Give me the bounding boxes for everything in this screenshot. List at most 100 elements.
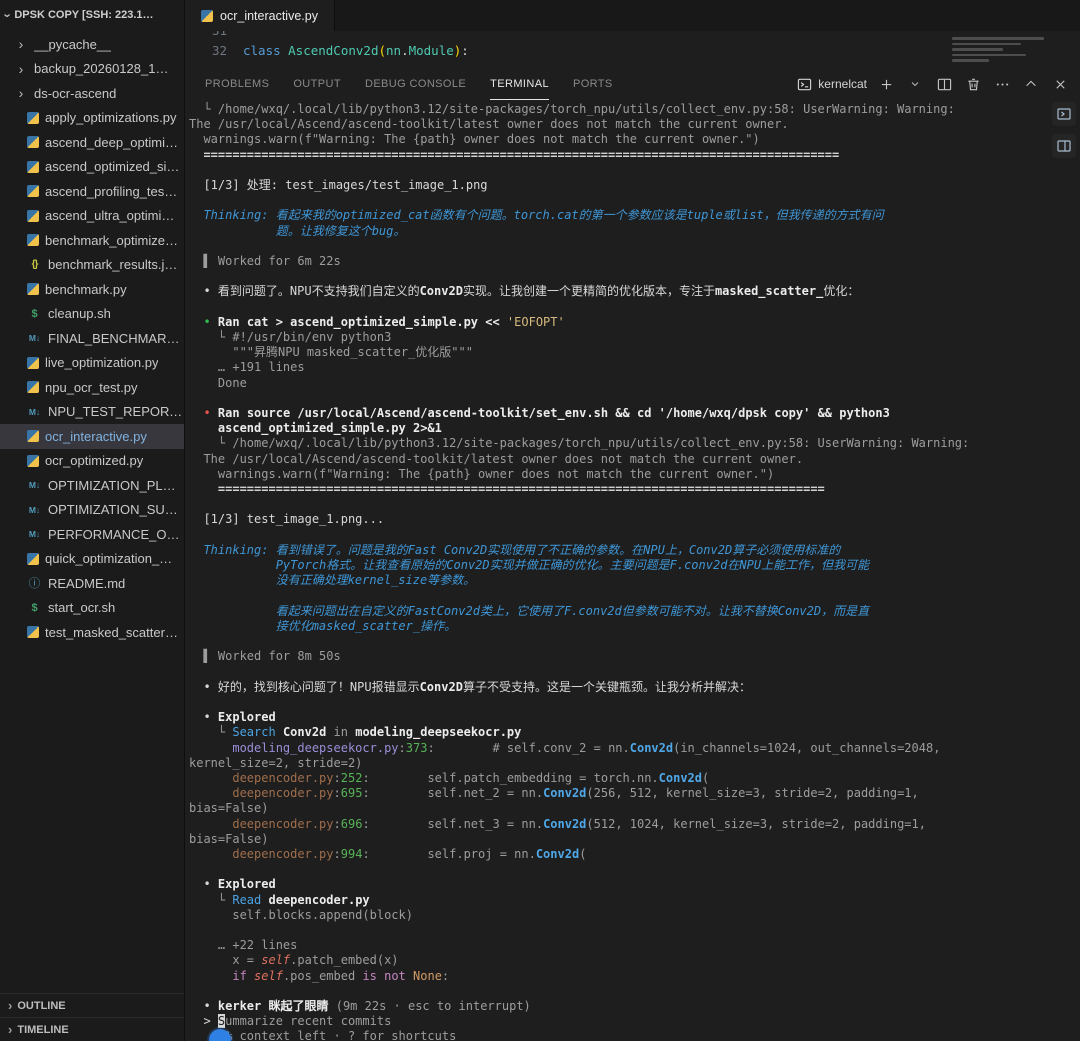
terminal-line xyxy=(189,665,1074,680)
python-icon xyxy=(27,626,39,638)
kill-terminal-button[interactable] xyxy=(963,74,983,94)
editor-tab-label: ocr_interactive.py xyxy=(220,9,318,23)
python-file-icon xyxy=(201,10,213,22)
file-item-benchmark_optimize[interactable]: benchmark_optimize… xyxy=(0,228,184,253)
file-item-OPTIMIZATION_SUM[interactable]: M↓OPTIMIZATION_SUM… xyxy=(0,498,184,523)
chevron-down-icon xyxy=(909,78,921,90)
file-item-FINAL_BENCHMARK[interactable]: M↓FINAL_BENCHMARK… xyxy=(0,326,184,351)
explorer-root[interactable]: › DPSK COPY [SSH: 223.1… xyxy=(0,0,184,30)
file-item-npu_ocr_test.py[interactable]: npu_ocr_test.py xyxy=(0,375,184,400)
terminal-line: ?% context left · ? for shortcuts xyxy=(189,1029,1074,1041)
open-terminal-tab-button[interactable] xyxy=(1052,102,1076,126)
file-item-label: test_masked_scatter… xyxy=(45,625,178,640)
panel-tab-terminal[interactable]: TERMINAL xyxy=(490,68,549,100)
terminal-line: ========================================… xyxy=(189,148,1074,163)
terminal-line: The /usr/local/Ascend/ascend-toolkit/lat… xyxy=(189,117,1074,132)
terminal[interactable]: └ /home/wxq/.local/lib/python3.12/site-p… xyxy=(185,100,1080,1041)
editor-tab-bar: ocr_interactive.py xyxy=(185,0,1080,31)
file-item-label: ascend_profiling_tes… xyxy=(45,184,177,199)
terminal-line: """昇腾NPU masked_scatter_优化版""" xyxy=(189,345,1074,360)
terminal-line xyxy=(189,923,1074,938)
maximize-panel-button[interactable] xyxy=(1021,74,1041,94)
code-text: class AscendConv2d(nn.Module): xyxy=(243,41,469,61)
terminal-line: Done xyxy=(189,376,1074,391)
file-item-ascend_optimized_si[interactable]: ascend_optimized_si… xyxy=(0,155,184,180)
file-item-label: ascend_deep_optimi… xyxy=(45,135,178,150)
vscode-window: › DPSK COPY [SSH: 223.1… ›__pycache__›ba… xyxy=(0,0,1080,1041)
file-item-ascend_ultra_optimi[interactable]: ascend_ultra_optimi… xyxy=(0,204,184,229)
file-item-ocr_optimized.py[interactable]: ocr_optimized.py xyxy=(0,449,184,474)
editor-line: 32class AscendConv2d(nn.Module): xyxy=(185,41,1080,61)
terminal-output: └ /home/wxq/.local/lib/python3.12/site-p… xyxy=(189,102,1074,1041)
open-terminal-editor-button[interactable] xyxy=(1052,134,1076,158)
terminal-line: • Explored xyxy=(189,877,1074,892)
more-actions-button[interactable] xyxy=(992,74,1012,94)
terminal-line: if self.pos_embed is not None: xyxy=(189,969,1074,984)
folder-icon: › xyxy=(16,86,26,101)
file-item-label: __pycache__ xyxy=(34,37,111,52)
file-item-test_masked_scatter[interactable]: test_masked_scatter… xyxy=(0,620,184,645)
minimap[interactable] xyxy=(952,34,1044,64)
editor-tab-ocr-interactive[interactable]: ocr_interactive.py xyxy=(185,0,335,31)
terminal-line xyxy=(189,193,1074,208)
terminal-line: • kerker 眯起了眼睛 (9m 22s · esc to interrup… xyxy=(189,999,1074,1014)
terminal-line xyxy=(189,589,1074,604)
add-terminal-button[interactable] xyxy=(876,74,896,94)
file-item-start_ocr.sh[interactable]: $start_ocr.sh xyxy=(0,596,184,621)
file-item-quick_optimization_[interactable]: quick_optimization_… xyxy=(0,547,184,572)
python-icon xyxy=(27,136,39,148)
terminal-line xyxy=(189,984,1074,999)
file-item-ascend_profiling_tes[interactable]: ascend_profiling_tes… xyxy=(0,179,184,204)
launch-profile-button[interactable] xyxy=(905,74,925,94)
file-item-ascend_deep_optimi[interactable]: ascend_deep_optimi… xyxy=(0,130,184,155)
file-item-README.md[interactable]: ⓘREADME.md xyxy=(0,571,184,596)
panel-tab-debug-console[interactable]: DEBUG CONSOLE xyxy=(365,68,466,100)
timeline-section[interactable]: › TIMELINE xyxy=(0,1017,184,1041)
file-item-label: ocr_interactive.py xyxy=(45,429,147,444)
file-item-label: OPTIMIZATION_PLA… xyxy=(48,478,184,493)
split-terminal-button[interactable] xyxy=(934,74,954,94)
file-item-benchmark_results.j[interactable]: {}benchmark_results.j… xyxy=(0,253,184,278)
explorer-sidebar: › DPSK COPY [SSH: 223.1… ›__pycache__›ba… xyxy=(0,0,185,1041)
terminal-line: … +191 lines xyxy=(189,360,1074,375)
terminal-line xyxy=(189,497,1074,512)
panel-tab-ports[interactable]: PORTS xyxy=(573,68,613,100)
file-item-NPU_TEST_REPORT[interactable]: M↓NPU_TEST_REPORT… xyxy=(0,400,184,425)
terminal-line: warnings.warn(f"Warning: The {path} owne… xyxy=(189,467,1074,482)
explorer-root-label: DPSK COPY [SSH: 223.1… xyxy=(14,9,153,21)
file-item-OPTIMIZATION_PLA[interactable]: M↓OPTIMIZATION_PLA… xyxy=(0,473,184,498)
file-item-cleanup.sh[interactable]: $cleanup.sh xyxy=(0,302,184,327)
folder-item-ds-ocr-ascend[interactable]: ›ds-ocr-ascend xyxy=(0,81,184,106)
python-icon xyxy=(27,161,39,173)
file-item-label: npu_ocr_test.py xyxy=(45,380,138,395)
terminal-line: • Explored xyxy=(189,710,1074,725)
panel-tab-output[interactable]: OUTPUT xyxy=(293,68,341,100)
file-item-PERFORMANCE_OP[interactable]: M↓PERFORMANCE_OP… xyxy=(0,522,184,547)
outline-section[interactable]: › OUTLINE xyxy=(0,993,184,1017)
panel-header: PROBLEMS OUTPUT DEBUG CONSOLE TERMINAL PORTS… xyxy=(185,68,1080,100)
panel-tab-problems[interactable]: PROBLEMS xyxy=(205,68,269,100)
file-item-live_optimization.py[interactable]: live_optimization.py xyxy=(0,351,184,376)
file-item-ocr_interactive.py[interactable]: ocr_interactive.py xyxy=(0,424,184,449)
terminal-profile-select[interactable]: kernelcat xyxy=(797,77,867,92)
file-item-label: NPU_TEST_REPORT… xyxy=(48,404,184,419)
code-editor[interactable]: 3132class AscendConv2d(nn.Module): xyxy=(185,31,1080,68)
terminal-line: • 看到问题了。NPU不支持我们自定义的Conv2D实现。让我创建一个更精简的优… xyxy=(189,284,1074,299)
terminal-line: └ Search Conv2d in modeling_deepseekocr.… xyxy=(189,725,1074,740)
terminal-name: kernelcat xyxy=(818,77,867,91)
close-panel-button[interactable] xyxy=(1050,74,1070,94)
file-item-label: benchmark_results.j… xyxy=(48,257,177,272)
terminal-line: 接优化masked_scatter_操作。 xyxy=(189,619,1074,634)
file-item-benchmark.py[interactable]: benchmark.py xyxy=(0,277,184,302)
folder-item-__pycache__[interactable]: ›__pycache__ xyxy=(0,32,184,57)
terminal-line xyxy=(189,163,1074,178)
file-item-apply_optimizations.py[interactable]: apply_optimizations.py xyxy=(0,106,184,131)
folder-item-backup_20260128_1[interactable]: ›backup_20260128_1… xyxy=(0,57,184,82)
terminal-line: modeling_deepseekocr.py:373: # self.conv… xyxy=(189,741,1074,756)
folder-icon: › xyxy=(16,61,26,76)
chevron-right-icon: › xyxy=(8,998,12,1013)
shell-icon: $ xyxy=(27,600,42,615)
terminal-line: bias=False) xyxy=(189,801,1074,816)
terminal-line: [1/3] test_image_1.png... xyxy=(189,512,1074,527)
file-item-label: quick_optimization_… xyxy=(45,551,172,566)
